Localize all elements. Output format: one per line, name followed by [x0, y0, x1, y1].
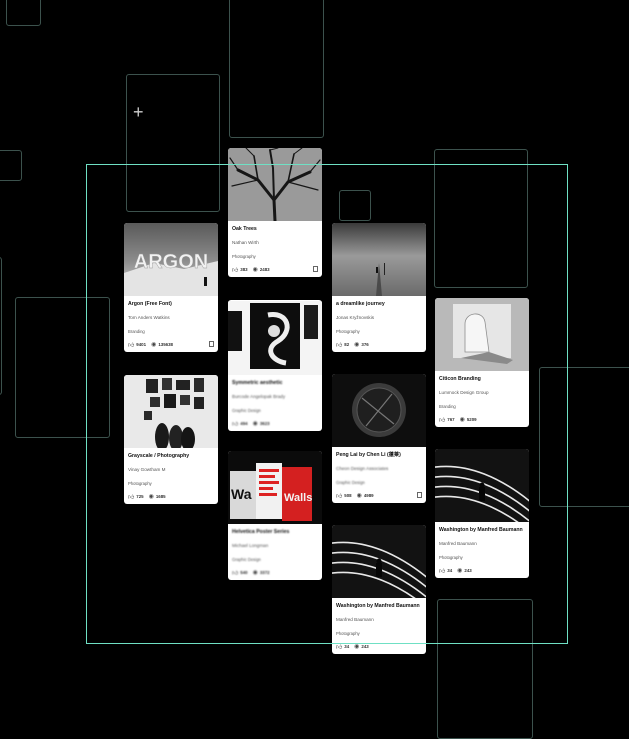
eye-icon: ◉ [354, 644, 360, 651]
placeholder-frame [6, 0, 41, 26]
like-count: 34 [344, 644, 350, 650]
view-count: 243 [361, 644, 369, 650]
selection-frame [86, 164, 568, 644]
placeholder-frame [229, 0, 324, 138]
placeholder-frame [0, 150, 22, 181]
plus-icon: + [133, 102, 144, 122]
placeholder-frame [0, 257, 2, 395]
